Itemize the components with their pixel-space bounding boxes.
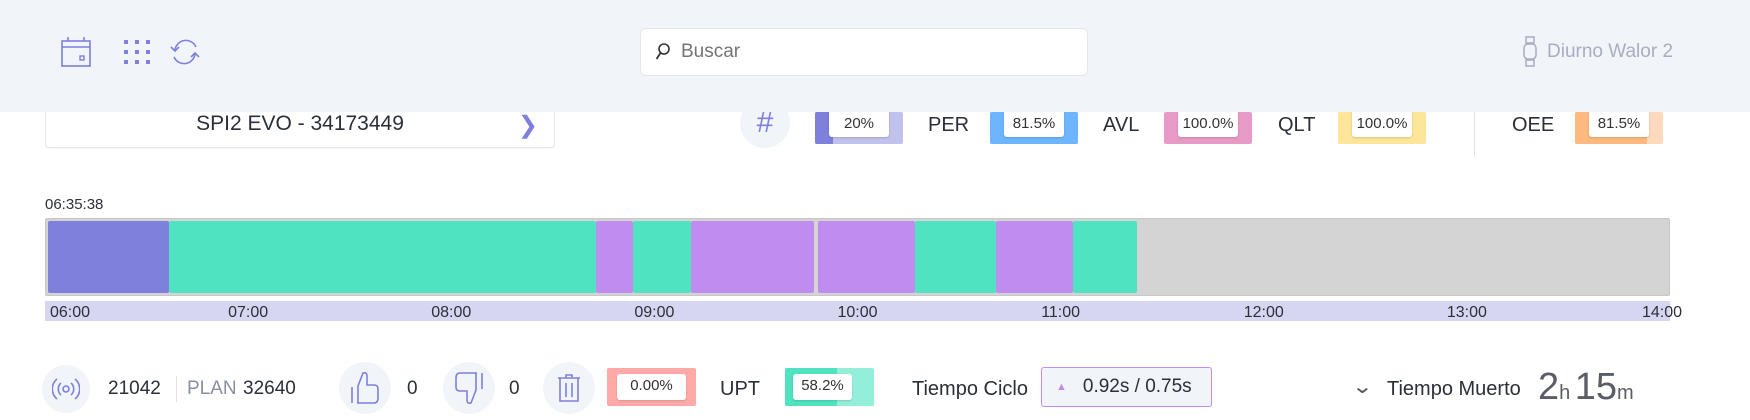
cycle-time-box: ▲ 0.92s / 0.75s [1041, 367, 1212, 407]
user-label: Diurno Walor 2 [1547, 41, 1674, 62]
kpi-oee-label: OEE [1512, 114, 1555, 136]
kpi-oee-box: 81.5% [1575, 112, 1663, 144]
thumbs-up-icon[interactable] [339, 362, 391, 414]
search-box[interactable] [640, 28, 1088, 76]
axis-tick-label: 14:00 [1641, 304, 1683, 321]
signal-icon [42, 365, 90, 413]
timeline-segment[interactable] [596, 221, 633, 293]
kpi-first-value: 20% [829, 112, 889, 137]
user-shift[interactable]: Diurno Walor 2 [1523, 36, 1673, 68]
kpi-per-label: PER [928, 114, 970, 136]
kpi-avl-value: 100.0% [1178, 112, 1238, 137]
plan-value: 32640 [243, 378, 296, 399]
axis-tick-label: 11:00 [1041, 304, 1081, 321]
calendar-icon[interactable] [60, 36, 92, 68]
machine-name: SPI2 EVO - 34173449 [196, 112, 404, 135]
scrap-value: 0.00% [617, 374, 686, 400]
timeline-segment[interactable] [1073, 221, 1138, 293]
kpi-avl-label: AVL [1103, 114, 1140, 136]
kpi-qlt-label: QLT [1278, 114, 1316, 136]
triangle-up-icon: ▲ [1056, 381, 1067, 393]
scrap-box: 0.00% [607, 368, 696, 406]
status-timeline[interactable] [45, 218, 1670, 296]
chevron-right-icon[interactable]: ❯ [518, 111, 538, 140]
top-bar: Diurno Walor 2 [0, 0, 1750, 112]
good-count: 0 [407, 378, 418, 399]
kpi-first-box: 20% [815, 112, 903, 144]
timeline-segment[interactable] [48, 221, 170, 293]
axis-tick-label: 09:00 [634, 304, 675, 321]
kpi-qlt-box: 100.0% [1338, 112, 1426, 144]
upt-label: UPT [720, 378, 760, 400]
plan-label: PLAN [187, 378, 237, 399]
cycle-time-label: Tiempo Ciclo [912, 378, 1028, 400]
refresh-icon[interactable] [169, 36, 201, 68]
trash-icon[interactable] [543, 362, 595, 414]
kpi-per-value: 81.5% [1004, 112, 1064, 137]
timeline-segment[interactable] [690, 221, 814, 293]
thumbs-down-icon[interactable] [443, 362, 495, 414]
dead-hours-unit: h [1559, 382, 1571, 404]
kpi-avl-box: 100.0% [1164, 112, 1252, 144]
kpi-oee-value: 81.5% [1589, 112, 1649, 137]
axis-tick-label: 08:00 [431, 304, 472, 321]
axis-tick-label: 13:00 [1446, 304, 1487, 321]
axis-tick-label: 07:00 [228, 304, 269, 321]
dead-minutes: 15 [1574, 366, 1617, 408]
divider [176, 376, 177, 402]
upt-value: 58.2% [793, 374, 852, 400]
dead-time-value: 2h 15m [1538, 366, 1634, 409]
search-icon [655, 43, 670, 60]
timeline-segment[interactable] [632, 221, 691, 293]
timeline-segment[interactable] [995, 221, 1074, 293]
axis-tick-label: 12:00 [1243, 304, 1284, 321]
watch-icon [1523, 36, 1537, 67]
axis-tick-label: 06:00 [49, 304, 91, 321]
bad-count: 0 [509, 378, 520, 399]
cycle-time-value: 0.92s / 0.75s [1082, 376, 1192, 397]
count-value: 21042 [108, 378, 161, 399]
chevron-down-icon[interactable]: ⌄ [1351, 374, 1373, 399]
timeline-segment[interactable] [914, 221, 996, 293]
kpi-per-box: 81.5% [990, 112, 1078, 144]
axis-tick-label: 10:00 [837, 304, 878, 321]
kpi-qlt-value: 100.0% [1352, 112, 1412, 137]
divider [1474, 112, 1475, 156]
dead-time-label: Tiempo Muerto [1387, 378, 1521, 400]
grid-icon[interactable] [121, 36, 153, 68]
dead-hours: 2 [1538, 366, 1560, 408]
timeline-segment[interactable] [818, 221, 915, 293]
dead-minutes-unit: m [1617, 382, 1634, 404]
search-input[interactable] [681, 41, 1061, 63]
timeline-start-timestamp: 06:35:38 [45, 196, 104, 213]
timeline-segment[interactable] [169, 221, 597, 293]
upt-box: 58.2% [785, 368, 874, 406]
